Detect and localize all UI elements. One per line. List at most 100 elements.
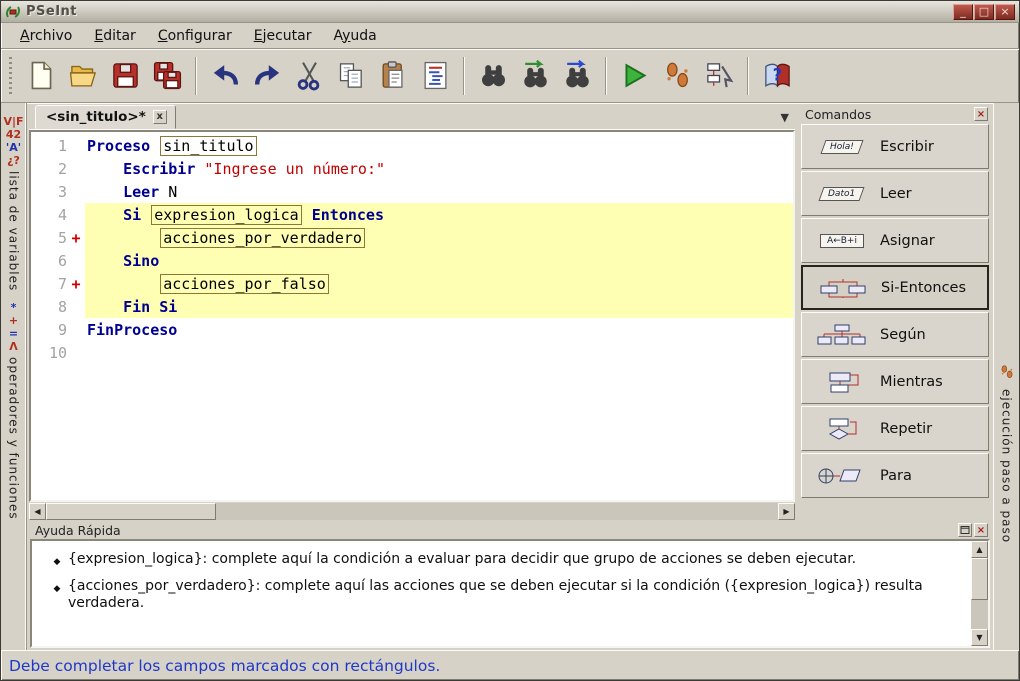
horizontal-scroll-track[interactable] — [216, 503, 778, 520]
open-icon — [68, 60, 99, 91]
code-line-4[interactable]: 4 Si expresion_logica Entonces — [31, 203, 793, 226]
code-line-6[interactable]: 6 Sino — [31, 249, 793, 272]
toolbar: ? — [1, 49, 1019, 103]
toolbar-drag-handle[interactable] — [9, 57, 12, 95]
command-repetir-button[interactable]: Repetir — [801, 406, 989, 451]
scroll-up-icon[interactable]: ▲ — [971, 541, 988, 558]
save-as-icon — [152, 60, 183, 91]
help-button[interactable]: ? — [756, 55, 798, 97]
scroll-left-icon[interactable]: ◀ — [29, 503, 46, 520]
close-button[interactable]: × — [995, 4, 1015, 20]
save-button[interactable] — [104, 55, 146, 97]
menu-ejecutar[interactable]: Ejecutar — [245, 26, 321, 46]
title-bar[interactable]: PSeInt _ □ × — [1, 1, 1019, 23]
scroll-right-icon[interactable]: ▶ — [778, 503, 795, 520]
menu-ayuda[interactable]: Ayuda — [324, 26, 385, 46]
vertical-scroll-track[interactable] — [971, 600, 988, 629]
code-line-8[interactable]: 8 Fin Si — [31, 295, 793, 318]
menu-editar[interactable]: Editar — [85, 26, 144, 46]
new-file-button[interactable] — [20, 55, 62, 97]
run-step-icon — [662, 60, 693, 91]
code-area: 1Proceso sin_titulo2 Escribir "Ingrese u… — [31, 134, 793, 364]
tab-bar: <sin_titulo>* x ▼ — [29, 105, 795, 130]
commands-close-icon[interactable]: × — [974, 107, 988, 121]
code-line-9[interactable]: 9FinProceso — [31, 318, 793, 341]
quick-help-detach-icon[interactable] — [958, 523, 972, 537]
panel-symbol: * — [11, 301, 17, 314]
run-step-button[interactable] — [656, 55, 698, 97]
minimize-button[interactable]: _ — [953, 4, 973, 20]
save-icon — [110, 60, 141, 91]
find-next-button[interactable] — [556, 55, 598, 97]
code-line-1[interactable]: 1Proceso sin_titulo — [31, 134, 793, 157]
code-text: Escribir "Ingrese un número:" — [85, 157, 793, 180]
command-segu-n-button[interactable]: Según — [801, 312, 989, 357]
new-file-icon — [26, 60, 57, 91]
run-button[interactable] — [614, 55, 656, 97]
command-si-entonces-button[interactable]: Si-Entonces — [801, 265, 989, 310]
step-execution-side-panel[interactable]: ejecución paso a paso — [993, 103, 1019, 650]
maximize-button[interactable]: □ — [974, 4, 994, 20]
code-line-10[interactable]: 10 — [31, 341, 793, 364]
code-line-3[interactable]: 3 Leer N — [31, 180, 793, 203]
tab-list-dropdown-icon[interactable]: ▼ — [781, 111, 789, 124]
quick-help-item: ◆{expresion_logica}: complete aquí la co… — [46, 551, 931, 571]
command-para-button[interactable]: Para — [801, 453, 989, 498]
paste-button[interactable] — [372, 55, 414, 97]
tab-close-icon[interactable]: x — [153, 110, 167, 124]
toolbar-separator — [747, 57, 749, 95]
quick-help-close-icon[interactable]: × — [974, 523, 988, 537]
toolbar-separator — [463, 57, 465, 95]
command-label: Mientras — [880, 374, 943, 390]
command-mientras-button[interactable]: Mientras — [801, 359, 989, 404]
command-label: Asignar — [880, 233, 935, 249]
redo-button[interactable] — [246, 55, 288, 97]
status-message: Debe completar los campos marcados con r… — [9, 657, 440, 675]
code-line-5[interactable]: 5+ acciones_por_verdadero — [31, 226, 793, 249]
command-label: Según — [880, 327, 926, 343]
editor-horizontal-scrollbar[interactable]: ◀ ▶ — [29, 503, 795, 520]
commands-panel-title: Comandos — [805, 107, 871, 122]
collapsed-panel-tab[interactable]: *+=Λoperadores y funciones — [7, 301, 21, 520]
flowchart-button[interactable] — [698, 55, 740, 97]
open-button[interactable] — [62, 55, 104, 97]
line-number: 2 — [31, 160, 67, 178]
collapsed-panel-tab[interactable]: ejecución paso a paso — [999, 363, 1015, 543]
code-line-2[interactable]: 2 Escribir "Ingrese un número:" — [31, 157, 793, 180]
horizontal-scroll-thumb[interactable] — [46, 503, 216, 520]
find-replace-button[interactable] — [514, 55, 556, 97]
quick-help-scrollbar[interactable]: ▲ ▼ — [971, 541, 988, 646]
variables-side-panel[interactable]: V|F42'A'¿?lista de variables *+=Λoperador… — [1, 103, 27, 650]
cut-button[interactable] — [288, 55, 330, 97]
code-text: Fin Si — [85, 295, 793, 318]
cut-icon — [294, 60, 325, 91]
line-number: 7 — [31, 275, 67, 293]
main-area: V|F42'A'¿?lista de variables *+=Λoperador… — [1, 103, 1019, 650]
undo-button[interactable] — [204, 55, 246, 97]
scroll-down-icon[interactable]: ▼ — [971, 629, 988, 646]
command-leer-button[interactable]: Dato1Leer — [801, 171, 989, 216]
incomplete-marker: + — [67, 229, 85, 247]
flowchart-icon — [704, 60, 735, 91]
format-icon — [420, 60, 451, 91]
line-number: 10 — [31, 344, 67, 362]
quick-help-item-text: {expresion_logica}: complete aquí la con… — [68, 551, 856, 571]
tab-sin-titulo[interactable]: <sin_titulo>* x — [35, 105, 176, 129]
menu-configurar[interactable]: Configurar — [149, 26, 241, 46]
commands-list: Hola!EscribirDato1LeerA←B+iAsignarSi-Ent… — [800, 123, 990, 518]
svg-text:?: ? — [772, 65, 782, 85]
vertical-scroll-thumb[interactable] — [971, 558, 988, 600]
save-as-button[interactable] — [146, 55, 188, 97]
format-button[interactable] — [414, 55, 456, 97]
menu-archivo[interactable]: Archivo — [11, 26, 81, 46]
collapsed-panel-tab[interactable]: V|F42'A'¿?lista de variables — [3, 115, 23, 291]
code-line-7[interactable]: 7+ acciones_por_falso — [31, 272, 793, 295]
code-editor[interactable]: 1Proceso sin_titulo2 Escribir "Ingrese u… — [29, 130, 795, 502]
undo-icon — [210, 60, 241, 91]
command-escribir-button[interactable]: Hola!Escribir — [801, 124, 989, 169]
panel-symbol: = — [9, 327, 18, 340]
panel-symbol: Λ — [9, 340, 18, 353]
copy-button[interactable] — [330, 55, 372, 97]
find-button[interactable] — [472, 55, 514, 97]
command-asignar-button[interactable]: A←B+iAsignar — [801, 218, 989, 263]
